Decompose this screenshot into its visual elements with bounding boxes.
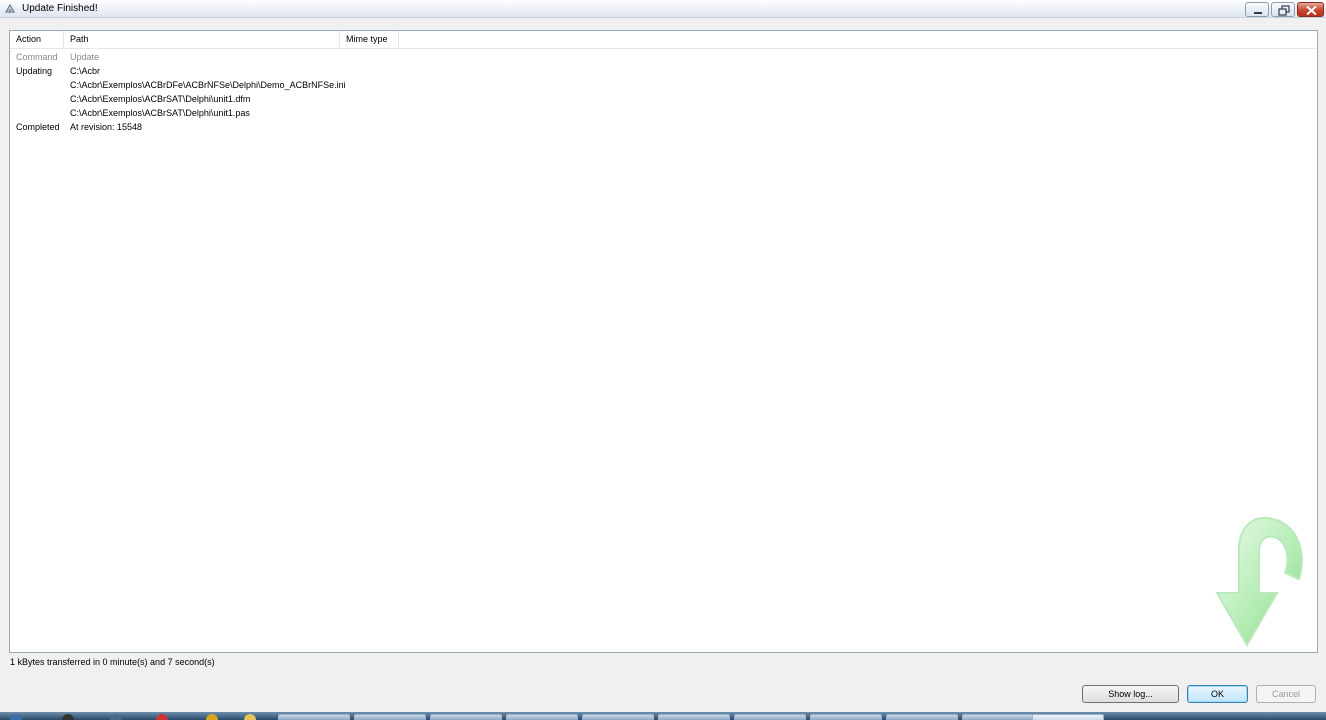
taskbar-window-button[interactable] bbox=[658, 714, 730, 720]
restore-icon bbox=[1278, 5, 1290, 16]
row-path: C:\Acbr\Exemplos\ACBrSAT\Delphi\unit1.pa… bbox=[70, 108, 250, 118]
taskbar-window-button[interactable] bbox=[962, 714, 1034, 720]
taskbar-window-button[interactable] bbox=[734, 714, 806, 720]
list-row[interactable]: Command Update bbox=[10, 50, 610, 64]
title-bar[interactable]: Update Finished! bbox=[0, 0, 1326, 18]
list-row[interactable]: C:\Acbr\Exemplos\ACBrDFe\ACBrNFSe\Delphi… bbox=[10, 78, 610, 92]
show-log-button[interactable]: Show log... bbox=[1082, 685, 1179, 703]
restore-button[interactable] bbox=[1271, 2, 1295, 17]
transfer-status: 1 kBytes transferred in 0 minute(s) and … bbox=[10, 657, 215, 667]
list-row[interactable]: C:\Acbr\Exemplos\ACBrSAT\Delphi\unit1.pa… bbox=[10, 106, 610, 120]
taskbar-pinned-icon[interactable] bbox=[206, 714, 218, 720]
taskbar-window-button[interactable] bbox=[886, 714, 958, 720]
minimize-icon bbox=[1254, 12, 1262, 14]
green-curved-arrow-icon bbox=[1215, 516, 1303, 648]
row-action: Updating bbox=[16, 66, 53, 76]
taskbar-pinned-icon[interactable] bbox=[244, 714, 256, 720]
taskbar-window-button[interactable] bbox=[430, 714, 502, 720]
column-header-path[interactable]: Path bbox=[64, 31, 340, 49]
cancel-button[interactable]: Cancel bbox=[1256, 685, 1316, 703]
taskbar-window-button[interactable] bbox=[354, 714, 426, 720]
taskbar-window-button[interactable] bbox=[810, 714, 882, 720]
column-header-mime-type[interactable]: Mime type bbox=[340, 31, 399, 49]
close-button[interactable] bbox=[1297, 2, 1324, 17]
row-action: Completed bbox=[16, 122, 60, 132]
taskbar-pinned-icon[interactable] bbox=[62, 714, 74, 720]
close-icon bbox=[1306, 5, 1317, 16]
taskbar-window-button-active[interactable] bbox=[1032, 714, 1104, 720]
tortoise-svn-icon bbox=[4, 3, 16, 15]
update-results-list[interactable]: Action Path Mime type Command Update Upd… bbox=[9, 30, 1318, 653]
start-orb-icon[interactable] bbox=[10, 714, 22, 720]
list-row[interactable]: C:\Acbr\Exemplos\ACBrSAT\Delphi\unit1.df… bbox=[10, 92, 610, 106]
taskbar-window-button[interactable] bbox=[278, 714, 350, 720]
minimize-button[interactable] bbox=[1245, 2, 1269, 17]
list-header: Action Path Mime type bbox=[10, 31, 1317, 49]
row-path: C:\Acbr\Exemplos\ACBrDFe\ACBrNFSe\Delphi… bbox=[70, 80, 346, 90]
taskbar-window-button[interactable] bbox=[506, 714, 578, 720]
column-header-action[interactable]: Action bbox=[10, 31, 64, 49]
row-path: At revision: 15548 bbox=[70, 122, 143, 132]
row-path: Update bbox=[70, 52, 100, 62]
window-title: Update Finished! bbox=[22, 3, 98, 14]
row-action: Command bbox=[16, 52, 58, 62]
ok-button[interactable]: OK bbox=[1187, 685, 1248, 703]
list-row[interactable]: Updating C:\Acbr bbox=[10, 64, 610, 78]
taskbar-pinned-icon[interactable] bbox=[110, 714, 122, 720]
taskbar-pinned-icon[interactable] bbox=[156, 714, 168, 720]
row-path: C:\Acbr bbox=[70, 66, 101, 76]
taskbar-window-button[interactable] bbox=[582, 714, 654, 720]
row-path: C:\Acbr\Exemplos\ACBrSAT\Delphi\unit1.df… bbox=[70, 94, 251, 104]
list-row[interactable]: Completed At revision: 15548 bbox=[10, 120, 610, 134]
